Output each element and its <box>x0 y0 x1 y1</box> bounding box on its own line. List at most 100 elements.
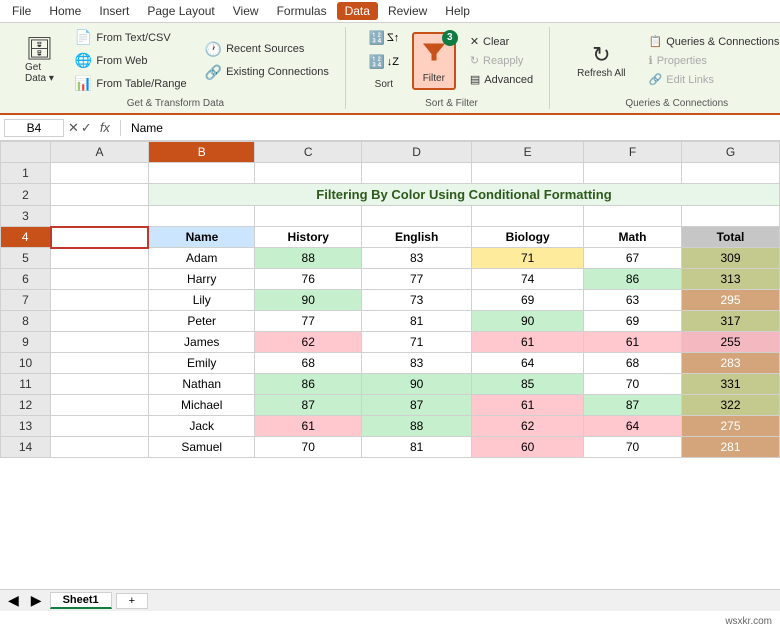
menu-file[interactable]: File <box>4 2 39 20</box>
table-header-history[interactable]: History <box>255 227 361 248</box>
menu-data[interactable]: Data <box>337 2 378 20</box>
cell-peter-total[interactable]: 317 <box>681 311 779 332</box>
cell-emily-total[interactable]: 283 <box>681 353 779 374</box>
row-header-4[interactable]: 4 <box>1 227 51 248</box>
table-header-total[interactable]: Total <box>681 227 779 248</box>
col-header-c[interactable]: C <box>255 142 361 163</box>
cell-james-math[interactable]: 61 <box>584 332 682 353</box>
formula-input[interactable] <box>127 121 776 135</box>
row-header-11[interactable]: 11 <box>1 374 51 395</box>
edit-links-button[interactable]: 🔗 Edit Links <box>643 71 780 88</box>
cell-emily-name[interactable]: Emily <box>148 353 255 374</box>
from-text-button[interactable]: 📄 From Text/CSV <box>69 27 193 48</box>
cell-lily-biology[interactable]: 69 <box>472 290 584 311</box>
cell-nathan-math[interactable]: 70 <box>584 374 682 395</box>
row-header-9[interactable]: 9 <box>1 332 51 353</box>
cell-lily-math[interactable]: 63 <box>584 290 682 311</box>
menu-page-layout[interactable]: Page Layout <box>139 2 222 20</box>
cell-emily-history[interactable]: 68 <box>255 353 361 374</box>
sheet-navigate-left[interactable]: ◀ <box>4 592 23 609</box>
cell-adam-biology[interactable]: 71 <box>472 248 584 269</box>
col-header-b[interactable]: B <box>148 142 255 163</box>
cell-michael-history[interactable]: 87 <box>255 395 361 416</box>
reapply-button[interactable]: ↻ Reapply <box>464 52 539 69</box>
cell-lily-name[interactable]: Lily <box>148 290 255 311</box>
get-data-button[interactable]: 🗄 GetData ▾ <box>16 33 63 89</box>
menu-review[interactable]: Review <box>380 2 435 20</box>
cell-jack-english[interactable]: 88 <box>361 416 471 437</box>
existing-connections-button[interactable]: 🔗 Existing Connections <box>199 62 335 83</box>
cell-peter-biology[interactable]: 90 <box>472 311 584 332</box>
spreadsheet-title[interactable]: Filtering By Color Using Conditional For… <box>148 184 779 206</box>
row-header-10[interactable]: 10 <box>1 353 51 374</box>
cell-peter-history[interactable]: 77 <box>255 311 361 332</box>
recent-sources-button[interactable]: 🕐 Recent Sources <box>199 39 335 60</box>
menu-help[interactable]: Help <box>437 2 478 20</box>
cell-adam-name[interactable]: Adam <box>148 248 255 269</box>
cell-samuel-name[interactable]: Samuel <box>148 437 255 458</box>
cell-michael-english[interactable]: 87 <box>361 395 471 416</box>
cell-samuel-biology[interactable]: 60 <box>472 437 584 458</box>
row-header-8[interactable]: 8 <box>1 311 51 332</box>
sheet-tab-1[interactable]: Sheet1 <box>50 592 112 609</box>
cell-emily-biology[interactable]: 64 <box>472 353 584 374</box>
cell-harry-biology[interactable]: 74 <box>472 269 584 290</box>
cell-jack-name[interactable]: Jack <box>148 416 255 437</box>
cell-samuel-history[interactable]: 70 <box>255 437 361 458</box>
menu-home[interactable]: Home <box>41 2 89 20</box>
cell-jack-total[interactable]: 275 <box>681 416 779 437</box>
table-header-biology[interactable]: Biology <box>472 227 584 248</box>
menu-insert[interactable]: Insert <box>91 2 137 20</box>
cell-harry-total[interactable]: 313 <box>681 269 779 290</box>
cell-michael-biology[interactable]: 61 <box>472 395 584 416</box>
cell-nathan-history[interactable]: 86 <box>255 374 361 395</box>
cell-samuel-math[interactable]: 70 <box>584 437 682 458</box>
cell-reference-input[interactable] <box>4 119 64 137</box>
sheet-navigate-right[interactable]: ▶ <box>27 592 46 609</box>
cell-james-total[interactable]: 255 <box>681 332 779 353</box>
spreadsheet[interactable]: A B C D E F G 1 2 <box>0 141 780 589</box>
cell-lily-total[interactable]: 295 <box>681 290 779 311</box>
cell-adam-total[interactable]: 309 <box>681 248 779 269</box>
cell-james-biology[interactable]: 61 <box>472 332 584 353</box>
menu-formulas[interactable]: Formulas <box>269 2 335 20</box>
cell-samuel-english[interactable]: 81 <box>361 437 471 458</box>
cell-jack-history[interactable]: 61 <box>255 416 361 437</box>
cell-jack-math[interactable]: 64 <box>584 416 682 437</box>
row-header-7[interactable]: 7 <box>1 290 51 311</box>
sort-button[interactable]: Sort <box>364 76 404 93</box>
cell-james-history[interactable]: 62 <box>255 332 361 353</box>
row-header-5[interactable]: 5 <box>1 248 51 269</box>
cell-emily-english[interactable]: 83 <box>361 353 471 374</box>
row-header-1[interactable]: 1 <box>1 163 51 184</box>
row-header-3[interactable]: 3 <box>1 206 51 227</box>
cell-nathan-english[interactable]: 90 <box>361 374 471 395</box>
refresh-all-button[interactable]: ↻ Refresh All <box>568 37 634 84</box>
cell-peter-math[interactable]: 69 <box>584 311 682 332</box>
sheet-add-button[interactable]: + <box>116 593 148 609</box>
cell-james-name[interactable]: James <box>148 332 255 353</box>
cell-harry-math[interactable]: 86 <box>584 269 682 290</box>
cell-harry-english[interactable]: 77 <box>361 269 471 290</box>
cell-harry-history[interactable]: 76 <box>255 269 361 290</box>
col-header-d[interactable]: D <box>361 142 471 163</box>
col-header-g[interactable]: G <box>681 142 779 163</box>
cell-samuel-total[interactable]: 281 <box>681 437 779 458</box>
cell-nathan-total[interactable]: 331 <box>681 374 779 395</box>
row-header-12[interactable]: 12 <box>1 395 51 416</box>
sort-za-button[interactable]: 🔢 ↓Z <box>365 52 403 72</box>
cell-lily-english[interactable]: 73 <box>361 290 471 311</box>
cell-adam-english[interactable]: 83 <box>361 248 471 269</box>
cell-nathan-name[interactable]: Nathan <box>148 374 255 395</box>
table-header-name[interactable]: Name <box>148 227 255 248</box>
from-table-button[interactable]: 📊 From Table/Range <box>69 73 193 94</box>
cell-peter-name[interactable]: Peter <box>148 311 255 332</box>
cell-michael-math[interactable]: 87 <box>584 395 682 416</box>
cell-adam-history[interactable]: 88 <box>255 248 361 269</box>
cell-lily-history[interactable]: 90 <box>255 290 361 311</box>
clear-button[interactable]: ✕ Clear <box>464 33 539 50</box>
cell-jack-biology[interactable]: 62 <box>472 416 584 437</box>
col-header-a[interactable]: A <box>51 142 149 163</box>
cell-peter-english[interactable]: 81 <box>361 311 471 332</box>
cell-michael-name[interactable]: Michael <box>148 395 255 416</box>
